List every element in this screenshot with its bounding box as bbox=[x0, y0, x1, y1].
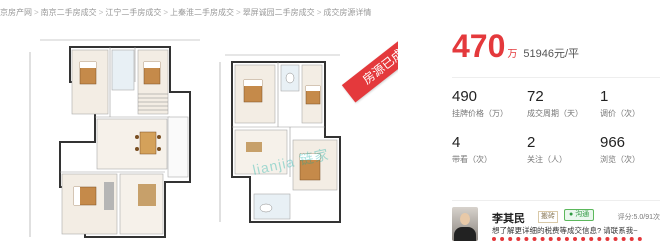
total-price-unit: 万 bbox=[507, 49, 518, 60]
chat-button[interactable]: ● 沟通 bbox=[564, 209, 595, 221]
unit-price: 51946元/平 bbox=[523, 48, 580, 60]
stat-value: 1 bbox=[600, 88, 609, 105]
price-divider bbox=[452, 77, 660, 78]
chat-button-label: 沟通 bbox=[575, 211, 590, 218]
price-panel: 470 万 51946元/平 490 挂牌价格（万） 72 成交周期（天） 1 … bbox=[398, 0, 660, 241]
stat-views: 966 浏览（次） bbox=[600, 134, 660, 166]
agent-card: 李其民 搬砖 ● 沟通 评分:5.0/91次 想了解更详细的税费等成交信息? 请… bbox=[452, 200, 660, 241]
price-summary: 470 万 51946元/平 bbox=[452, 28, 579, 65]
breadcrumb-link-community[interactable]: 翠屏诚园二手房成交 bbox=[243, 7, 315, 18]
breadcrumb-sep: > bbox=[34, 7, 39, 17]
total-price: 470 bbox=[452, 28, 506, 64]
breadcrumb-sep: > bbox=[163, 7, 169, 17]
stat-value: 490 bbox=[452, 88, 478, 105]
stat-value: 72 bbox=[527, 88, 544, 105]
stat-label: 调价（次） bbox=[600, 109, 640, 118]
agent-tag: 搬砖 bbox=[538, 211, 558, 223]
agent-avatar[interactable] bbox=[452, 207, 478, 241]
breadcrumb-link-jiangning[interactable]: 江宁二手房成交 bbox=[105, 7, 161, 18]
breadcrumb-current: 成交房源详情 bbox=[323, 7, 372, 17]
stat-value: 4 bbox=[452, 134, 461, 151]
avatar-suit bbox=[454, 227, 476, 241]
breadcrumb-link-shangqinhuai[interactable]: 上秦淮二手房成交 bbox=[170, 7, 234, 18]
breadcrumb-link-city[interactable]: 京房产网 bbox=[0, 7, 32, 18]
agent-score: 评分:5.0/91次 bbox=[617, 214, 660, 221]
stat-label: 挂牌价格（万） bbox=[452, 109, 508, 118]
stat-value: 966 bbox=[600, 134, 626, 151]
avatar-face bbox=[460, 213, 470, 225]
breadcrumb: 京房产网 > 南京二手房成交 > 江宁二手房成交 > 上秦淮二手房成交 > 翠屏诚园二手… bbox=[0, 4, 371, 20]
agent-name[interactable]: 李其民 bbox=[492, 210, 525, 226]
chat-bubble-icon: ● bbox=[569, 211, 574, 218]
stat-showings: 4 带看（次） bbox=[452, 134, 532, 166]
stat-followers: 2 关注（人） bbox=[527, 134, 607, 166]
agent-phone-partial bbox=[492, 237, 642, 241]
agent-description: 想了解更详细的税费等成交信息? 请联系我~ bbox=[492, 226, 638, 235]
stat-value: 2 bbox=[527, 134, 536, 151]
stat-price-adjust: 1 调价（次） bbox=[600, 88, 660, 120]
stat-listing-price: 490 挂牌价格（万） bbox=[452, 88, 532, 120]
stat-label: 带看（次） bbox=[452, 155, 492, 164]
breadcrumb-sep: > bbox=[98, 7, 104, 17]
floor-plan-image[interactable]: 房源已成交 lianjia 链家 bbox=[0, 22, 398, 241]
stat-label: 关注（人） bbox=[527, 155, 567, 164]
floor-plan-drawing bbox=[29, 39, 341, 238]
stat-label: 浏览（次） bbox=[600, 155, 640, 164]
breadcrumb-sep: > bbox=[316, 7, 322, 17]
stat-label: 成交周期（天） bbox=[527, 109, 583, 118]
stat-deal-cycle: 72 成交周期（天） bbox=[527, 88, 607, 120]
breadcrumb-link-nanjing[interactable]: 南京二手房成交 bbox=[41, 7, 97, 18]
breadcrumb-sep: > bbox=[236, 7, 241, 17]
